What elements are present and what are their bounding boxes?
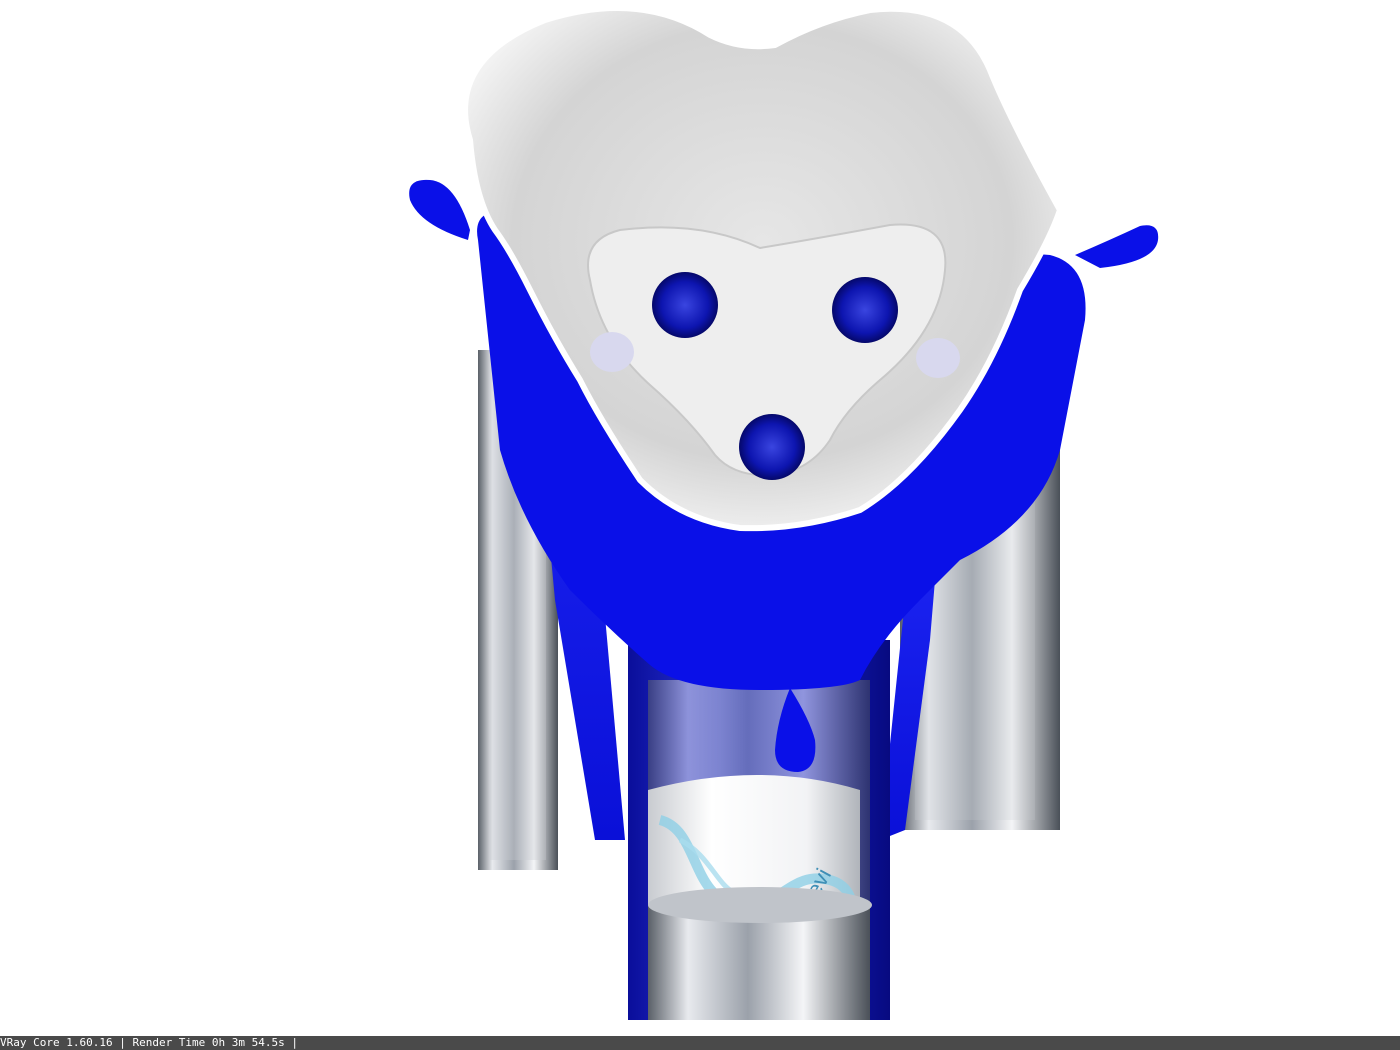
side-port-right	[916, 338, 960, 378]
drop-tab-right	[1075, 225, 1159, 268]
front-tube: revi	[628, 640, 890, 1020]
cup-hole-left	[652, 272, 718, 338]
cup-hole-right	[832, 277, 898, 343]
render-status-text: VRay Core 1.60.16 | Render Time 0h 3m 54…	[0, 1036, 299, 1049]
cup-hole-bottom	[739, 414, 805, 480]
product-render-image: revi	[409, 5, 1159, 1020]
drop-tab-left	[409, 179, 470, 240]
render-viewport: revi	[0, 0, 1400, 1036]
render-status-bar: VRay Core 1.60.16 | Render Time 0h 3m 54…	[0, 1036, 1400, 1050]
side-port-left	[590, 332, 634, 372]
